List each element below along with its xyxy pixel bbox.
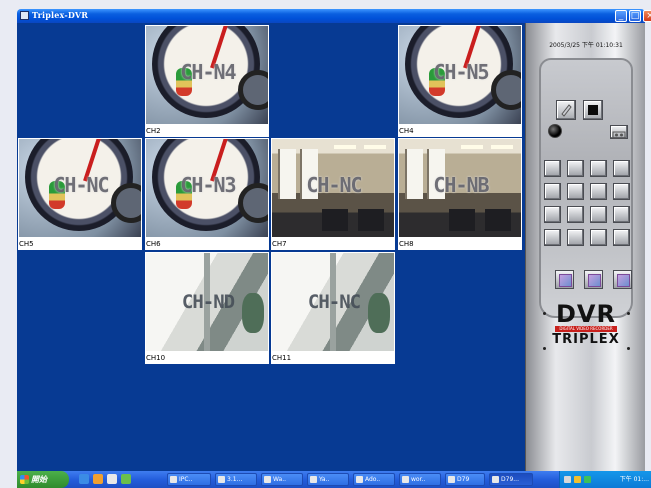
camera-tile-ch6[interactable]: CH-N3 CH6 [145,138,269,250]
channel-button-3[interactable] [590,160,607,177]
tape-icon [612,131,626,139]
channel-button-12[interactable] [613,206,630,223]
camera-label: CH7 [271,238,395,250]
camera-feed: CH-NB [398,138,522,238]
camera-overlay-text: CH-NC [306,173,362,197]
camera-overlay-text: CH-NC [53,173,109,197]
taskbar-item-3[interactable]: Wa.. [261,473,303,486]
camera-feed: CH-NC [271,252,395,352]
taskbar-item-1[interactable]: IPC.. [167,473,211,486]
camera-tile-ch7[interactable]: CH-NC CH7 [271,138,395,250]
network-icon[interactable] [564,476,571,483]
taskbar-item-5[interactable]: Ado.. [353,473,395,486]
channel-button-grid [544,160,630,250]
window-title: Triplex-DVR [32,10,89,20]
camera-label: CH5 [18,238,142,250]
channel-button-13[interactable] [544,229,561,246]
clock: 下午 01:... [619,476,649,483]
volume-icon[interactable] [574,476,581,483]
camera-feed: CH-N5 [398,25,522,125]
select-button[interactable] [556,100,576,120]
channel-button-1[interactable] [544,160,561,177]
screen: Triplex-DVR _ □ × CH-N4 CH2 CH-N5 CH4 CH… [0,0,651,488]
camera-tile-ch2[interactable]: CH-N4 CH2 [145,25,269,137]
taskbar-item-2[interactable]: 3.1... [215,473,257,486]
maximize-button[interactable]: □ [629,10,641,22]
pen-icon [561,104,572,117]
camera-tile-ch8[interactable]: CH-NB CH8 [398,138,522,250]
channel-button-2[interactable] [567,160,584,177]
title-bar[interactable]: Triplex-DVR _ □ × [17,9,651,23]
layout-sixteen-button[interactable] [613,270,632,289]
camera-label: CH4 [398,125,522,137]
taskbar-item-7[interactable]: D79 [445,473,485,486]
system-tray: 下午 01:... [559,471,651,488]
status-icon[interactable] [584,476,591,483]
app-icon [20,11,29,20]
channel-button-15[interactable] [590,229,607,246]
camera-feed: CH-NC [18,138,142,238]
playback-button[interactable] [610,125,628,139]
record-button[interactable] [548,124,562,138]
camera-feed: CH-NC [271,138,395,238]
logo-triplex: TRIPLEX [552,332,620,347]
ie-icon[interactable] [79,474,89,484]
layout-quad-button[interactable] [555,270,574,289]
taskbar-item-6[interactable]: wor.. [399,473,441,486]
desktop-icon[interactable] [107,474,117,484]
camera-overlay-text: CH-ND [181,291,235,313]
close-button[interactable]: × [643,10,651,22]
layout-nine-button[interactable] [584,270,603,289]
datetime-display: 2005/3/25 下午 01:10:31 [549,42,623,49]
quicklaunch-icon[interactable] [121,474,131,484]
start-button[interactable]: 開始 [17,471,69,488]
camera-label: CH11 [271,352,395,364]
camera-overlay-text: CH-N3 [180,173,236,197]
camera-overlay-text: CH-N5 [433,60,489,84]
channel-button-4[interactable] [613,160,630,177]
camera-tile-ch5[interactable]: CH-NC CH5 [18,138,142,250]
camera-grid: CH-N4 CH2 CH-N5 CH4 CH-NC CH5 CH-N3 CH6 … [17,23,525,471]
camera-feed: CH-N3 [145,138,269,238]
taskbar: 開始 IPC.. 3.1... Wa.. Ya.. Ado.. wor.. D7… [17,471,651,488]
channel-button-8[interactable] [613,183,630,200]
camera-label: CH8 [398,238,522,250]
control-panel: 2005/3/25 下午 01:10:31 DVR DIGITAL VIDEO … [525,23,645,471]
channel-button-9[interactable] [544,206,561,223]
channel-button-11[interactable] [590,206,607,223]
minimize-button[interactable]: _ [615,10,627,22]
channel-button-16[interactable] [613,229,630,246]
camera-overlay-text: CH-N4 [180,60,236,84]
channel-button-14[interactable] [567,229,584,246]
taskbar-item-4[interactable]: Ya.. [307,473,349,486]
camera-feed: CH-N4 [145,25,269,125]
decor-dot [627,347,630,350]
camera-tile-ch4[interactable]: CH-N5 CH4 [398,25,522,137]
media-icon[interactable] [93,474,103,484]
channel-button-7[interactable] [590,183,607,200]
channel-button-6[interactable] [567,183,584,200]
logo-dvr: DVR [556,300,616,328]
stop-button[interactable] [583,100,603,120]
camera-label: CH6 [145,238,269,250]
taskbar-item-8[interactable]: D79... [489,473,533,486]
decor-dot [543,347,546,350]
camera-tile-ch11[interactable]: CH-NC CH11 [271,252,395,364]
camera-tile-ch10[interactable]: CH-ND CH10 [145,252,269,364]
camera-label: CH2 [145,125,269,137]
camera-label: CH10 [145,352,269,364]
camera-overlay-text: CH-NC [307,291,361,313]
channel-button-5[interactable] [544,183,561,200]
camera-overlay-text: CH-NB [433,173,489,197]
camera-feed: CH-ND [145,252,269,352]
channel-button-10[interactable] [567,206,584,223]
